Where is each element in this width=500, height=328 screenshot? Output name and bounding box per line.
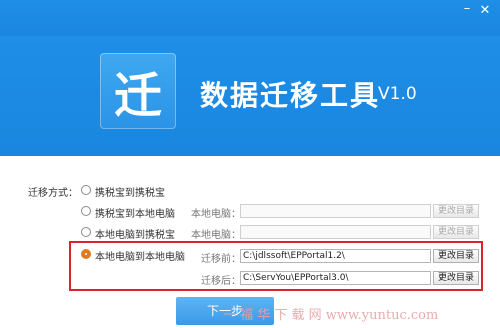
app-version: V1.0 bbox=[378, 84, 417, 104]
after-change-dir-button[interactable]: 更改目录 bbox=[433, 271, 479, 285]
app-logo: 迁 bbox=[100, 53, 176, 129]
option-2-change-dir-button[interactable]: 更改目录 bbox=[433, 204, 479, 218]
option-2-path-input[interactable] bbox=[240, 204, 431, 218]
radio-option-4[interactable] bbox=[81, 249, 91, 259]
before-path-input[interactable]: C:\jdlssoft\EPPortal1.2\ bbox=[240, 249, 431, 263]
close-icon[interactable]: ✕ bbox=[478, 4, 492, 18]
logo-glyph: 迁 bbox=[113, 68, 162, 124]
radio-option-2[interactable] bbox=[81, 206, 91, 216]
option-3-field-label: 本地电脑： bbox=[191, 230, 241, 241]
app-title: 数据迁移工具 bbox=[200, 79, 381, 112]
option-4-label[interactable]: 本地电脑到本地电脑 bbox=[95, 248, 185, 263]
after-path-input[interactable]: C:\ServYou\EPPortal3.0\ bbox=[240, 271, 431, 285]
option-2-field-label: 本地电脑： bbox=[191, 209, 241, 220]
radio-option-3[interactable] bbox=[81, 227, 91, 237]
option-3-label[interactable]: 本地电脑到携税宝 bbox=[95, 226, 175, 241]
option-1-label[interactable]: 携税宝到携税宝 bbox=[95, 184, 165, 199]
watermark: 一 福 华 下 载 网 www.yuntuc.com bbox=[223, 308, 439, 323]
minimize-icon[interactable]: – bbox=[460, 2, 474, 16]
migration-mode-label: 迁移方式： bbox=[28, 188, 78, 199]
radio-option-1[interactable] bbox=[81, 185, 91, 195]
option-3-change-dir-button[interactable]: 更改目录 bbox=[433, 225, 479, 239]
option-2-label[interactable]: 携税宝到本地电脑 bbox=[95, 205, 175, 220]
title-bar: – ✕ bbox=[0, 0, 500, 36]
before-path-label: 迁移前： bbox=[201, 254, 241, 265]
after-path-label: 迁移后： bbox=[201, 276, 241, 287]
app-header: 迁 数据迁移工具 V1.0 bbox=[0, 36, 500, 156]
before-change-dir-button[interactable]: 更改目录 bbox=[433, 249, 479, 263]
option-3-path-input[interactable] bbox=[240, 225, 431, 239]
